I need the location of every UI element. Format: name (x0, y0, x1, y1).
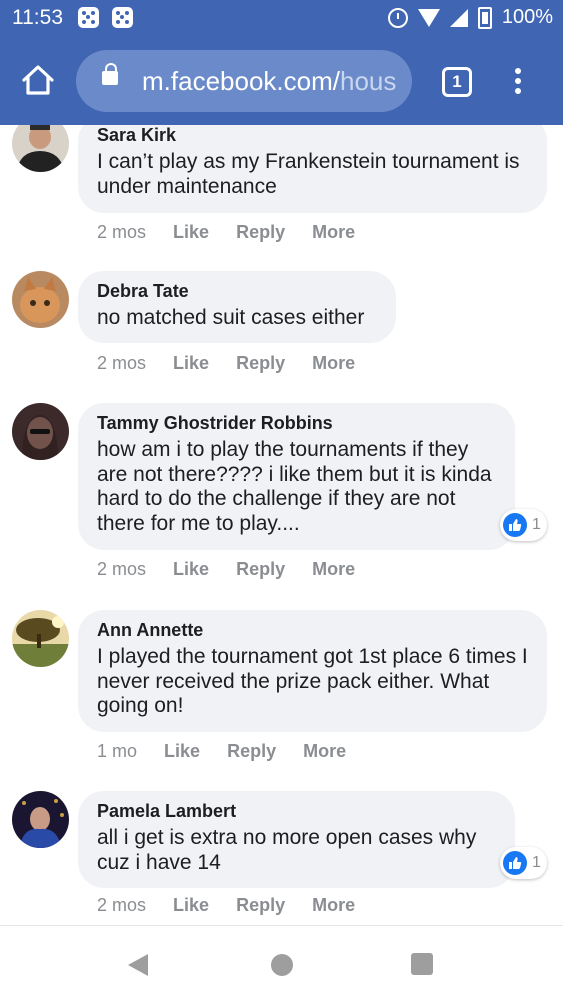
comment-text: I can’t play as my Frankenstein tourname… (97, 150, 520, 198)
comment-author[interactable]: Pamela Lambert (97, 801, 497, 822)
browser-toolbar: 11:53 100% m.facebook.com/hous 1 (0, 0, 563, 125)
reply-button[interactable]: Reply (236, 559, 285, 579)
comment-time[interactable]: 2 mos (97, 559, 146, 579)
comment-actions: 2 mos Like Reply More (97, 222, 377, 243)
comment-bubble: Debra Tate no matched suit cases either (78, 271, 396, 343)
battery-icon (477, 6, 492, 29)
thumbs-up-icon (503, 513, 527, 537)
comment-author[interactable]: Ann Annette (97, 620, 529, 641)
comment-author[interactable]: Tammy Ghostrider Robbins (97, 413, 497, 434)
address-bar[interactable]: m.facebook.com/hous (76, 50, 412, 112)
status-time: 11:53 (12, 6, 63, 29)
lock-icon (102, 63, 118, 85)
comment-time[interactable]: 1 mo (97, 741, 137, 761)
url-text: m.facebook.com/hous (142, 66, 397, 96)
android-nav-bar (0, 925, 563, 1001)
comment-time[interactable]: 2 mos (97, 222, 146, 242)
more-button[interactable]: More (312, 353, 355, 373)
avatar[interactable] (12, 125, 69, 172)
home-icon[interactable] (20, 64, 56, 96)
like-button[interactable]: Like (173, 559, 209, 579)
avatar[interactable] (12, 403, 69, 460)
comment-actions: 2 mos Like Reply More (97, 895, 377, 916)
comment-text: no matched suit cases either (97, 306, 365, 329)
wifi-icon (417, 8, 440, 27)
like-button[interactable]: Like (173, 353, 209, 373)
reply-button[interactable]: Reply (236, 353, 285, 373)
comment-text: all i get is extra no more open cases wh… (97, 826, 477, 874)
thumbs-up-icon (503, 851, 527, 875)
comment-text: how am i to play the tournaments if they… (97, 438, 492, 535)
battery-level: 100% (501, 6, 553, 28)
comment-bubble: Pamela Lambert all i get is extra no mor… (78, 791, 515, 888)
more-button[interactable]: More (312, 559, 355, 579)
comment-author[interactable]: Debra Tate (97, 281, 378, 302)
comment-list: Sara Kirk I can’t play as my Frankenstei… (0, 125, 563, 925)
back-icon[interactable] (128, 954, 148, 976)
like-button[interactable]: Like (164, 741, 200, 761)
reply-button[interactable]: Reply (236, 895, 285, 915)
reply-button[interactable]: Reply (227, 741, 276, 761)
status-icons: 100% (387, 6, 553, 29)
status-bar: 11:53 100% (0, 0, 563, 38)
avatar[interactable] (12, 271, 69, 328)
comment-actions: 1 mo Like Reply More (97, 741, 368, 762)
comment-author[interactable]: Sara Kirk (97, 125, 529, 146)
recent-apps-icon[interactable] (411, 953, 433, 975)
comment-text: I played the tournament got 1st place 6 … (97, 645, 528, 717)
reaction-count[interactable]: 1 (500, 847, 547, 879)
comment-bubble: Ann Annette I played the tournament got … (78, 610, 547, 732)
reaction-count[interactable]: 1 (500, 509, 547, 541)
tab-switcher-button[interactable]: 1 (442, 67, 472, 97)
more-button[interactable]: More (303, 741, 346, 761)
signal-icon (449, 8, 468, 27)
like-button[interactable]: Like (173, 222, 209, 242)
more-button[interactable]: More (312, 222, 355, 242)
comment-time[interactable]: 2 mos (97, 895, 146, 915)
comment-actions: 2 mos Like Reply More (97, 353, 377, 374)
url-row: m.facebook.com/hous 1 (0, 50, 563, 112)
dice-icon (78, 7, 99, 28)
dice-icon (112, 7, 133, 28)
like-button[interactable]: Like (173, 895, 209, 915)
alarm-icon (387, 7, 408, 28)
home-circle-icon[interactable] (271, 954, 293, 976)
comment-time[interactable]: 2 mos (97, 353, 146, 373)
reply-button[interactable]: Reply (236, 222, 285, 242)
avatar[interactable] (12, 791, 69, 848)
overflow-menu-icon[interactable] (515, 68, 521, 98)
avatar[interactable] (12, 610, 69, 667)
comment-bubble: Tammy Ghostrider Robbins how am i to pla… (78, 403, 515, 550)
comment-bubble: Sara Kirk I can’t play as my Frankenstei… (78, 125, 547, 213)
more-button[interactable]: More (312, 895, 355, 915)
comment-actions: 2 mos Like Reply More (97, 559, 377, 580)
